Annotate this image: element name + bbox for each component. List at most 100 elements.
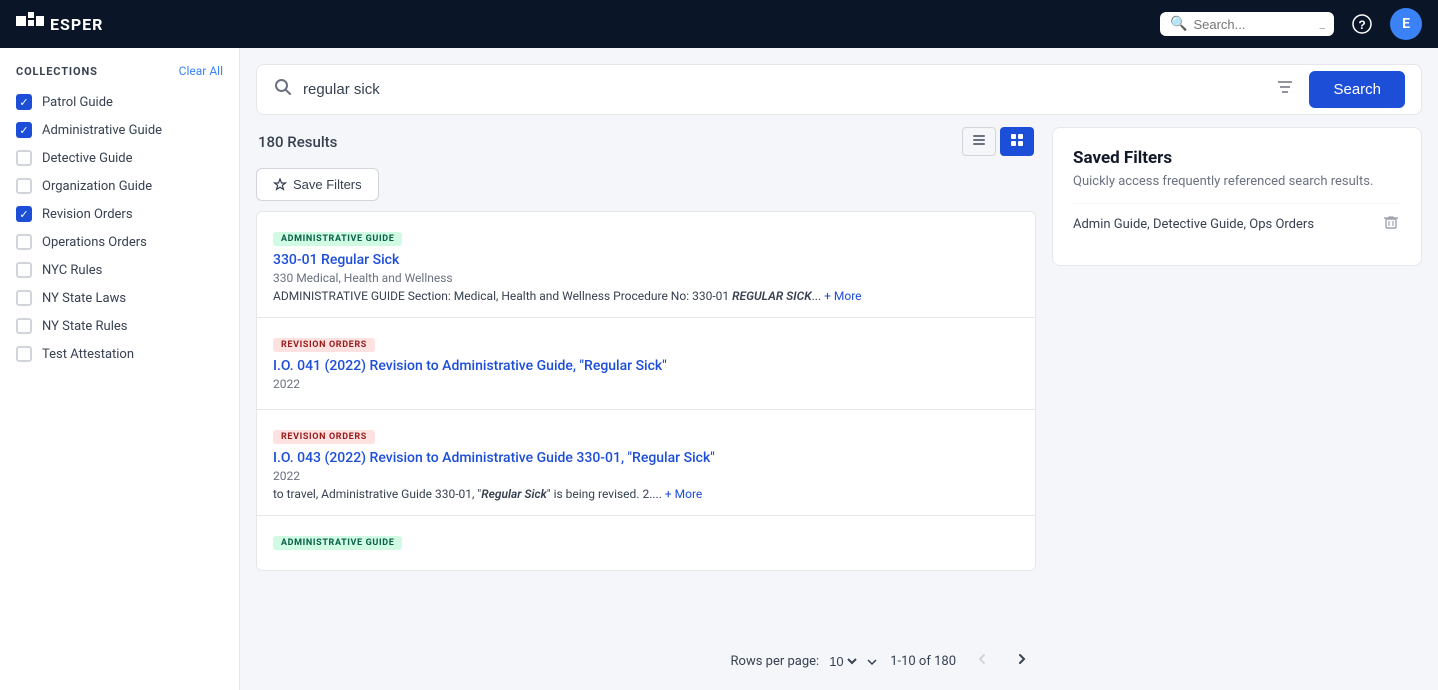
results-main: 180 Results: [256, 127, 1036, 674]
result-title[interactable]: I.O. 043 (2022) Revision to Administrati…: [273, 450, 1019, 466]
pagination-bar: Rows per page: 10 25 50 1-10 of 180: [256, 641, 1036, 674]
dropdown-chevron-icon: [866, 656, 878, 668]
snippet-highlight: Regular Sick: [481, 487, 547, 501]
result-item: ADMINISTRATIVE GUIDE 330-01 Regular Sick…: [256, 211, 1036, 318]
logo-text: ESPER: [50, 15, 103, 34]
sidebar-label-ny-state-laws: NY State Laws: [42, 291, 126, 306]
sidebar-item-test-attestation[interactable]: Test Attestation: [0, 340, 239, 368]
result-tag-admin: ADMINISTRATIVE GUIDE: [273, 232, 402, 246]
sidebar-label-nyc-rules: NYC Rules: [42, 263, 102, 278]
results-list: ADMINISTRATIVE GUIDE 330-01 Regular Sick…: [256, 211, 1036, 641]
search-button[interactable]: Search: [1309, 71, 1405, 108]
result-title[interactable]: I.O. 041 (2022) Revision to Administrati…: [273, 358, 1019, 374]
rows-per-page: Rows per page: 10 25 50: [731, 653, 879, 670]
next-page-icon: [1014, 651, 1030, 667]
sidebar-label-admin-guide: Administrative Guide: [42, 123, 162, 138]
more-link[interactable]: + More: [665, 487, 702, 501]
rows-per-page-label: Rows per page:: [731, 654, 820, 669]
saved-filters-panel: Saved Filters Quickly access frequently …: [1052, 127, 1422, 266]
result-snippet: to travel, Administrative Guide 330-01, …: [273, 487, 1019, 501]
sidebar-item-revision-orders[interactable]: Revision Orders: [0, 200, 239, 228]
result-subtitle: 2022: [273, 469, 1019, 483]
checkbox-detective-guide[interactable]: [16, 150, 32, 166]
main-layout: Collections Clear All Patrol Guide Admin…: [0, 48, 1438, 690]
main-search-input[interactable]: [303, 65, 1261, 114]
sidebar-header: Collections Clear All: [0, 64, 239, 88]
trash-icon: [1383, 214, 1399, 230]
sidebar-label-organization-guide: Organization Guide: [42, 179, 152, 194]
sidebar-item-patrol-guide[interactable]: Patrol Guide: [0, 88, 239, 116]
sidebar-label-patrol-guide: Patrol Guide: [42, 95, 113, 110]
star-icon: [273, 178, 287, 192]
top-search-icon: 🔍: [1170, 16, 1187, 32]
sidebar-item-operations-orders[interactable]: Operations Orders: [0, 228, 239, 256]
page-info: 1-10 of 180: [890, 654, 956, 669]
list-view-icon: [971, 132, 987, 148]
result-item: REVISION ORDERS I.O. 041 (2022) Revision…: [256, 318, 1036, 410]
results-header: 180 Results: [256, 127, 1036, 156]
sidebar-item-ny-state-laws[interactable]: NY State Laws: [0, 284, 239, 312]
checkbox-test-attestation[interactable]: [16, 346, 32, 362]
top-search-bar[interactable]: 🔍 _: [1160, 12, 1334, 36]
filter-icon: [1275, 77, 1295, 97]
search-shortcut: _: [1319, 17, 1324, 31]
main-search-box: Search: [256, 64, 1422, 115]
checkbox-operations-orders[interactable]: [16, 234, 32, 250]
result-item: REVISION ORDERS I.O. 043 (2022) Revision…: [256, 410, 1036, 516]
grid-view-button[interactable]: [1000, 127, 1034, 156]
result-tag-revision: REVISION ORDERS: [273, 338, 375, 352]
checkbox-revision-orders[interactable]: [16, 206, 32, 222]
grid-view-icon: [1009, 132, 1025, 148]
result-tag-revision: REVISION ORDERS: [273, 430, 375, 444]
checkbox-ny-state-laws[interactable]: [16, 290, 32, 306]
top-search-input[interactable]: [1193, 17, 1313, 32]
logo-icon: [16, 12, 44, 36]
sidebar-label-revision-orders: Revision Orders: [42, 207, 133, 222]
checkbox-ny-state-rules[interactable]: [16, 318, 32, 334]
checkbox-admin-guide[interactable]: [16, 122, 32, 138]
result-subtitle: 330 Medical, Health and Wellness: [273, 271, 1019, 285]
sidebar: Collections Clear All Patrol Guide Admin…: [0, 48, 240, 690]
sidebar-label-operations-orders: Operations Orders: [42, 235, 147, 250]
view-toggle: [962, 127, 1034, 156]
sidebar-label-test-attestation: Test Attestation: [42, 347, 134, 362]
sidebar-item-organization-guide[interactable]: Organization Guide: [0, 172, 239, 200]
next-page-button[interactable]: [1008, 649, 1036, 674]
result-title[interactable]: 330-01 Regular Sick: [273, 252, 1019, 268]
result-item: ADMINISTRATIVE GUIDE: [256, 516, 1036, 571]
clear-all-link[interactable]: Clear All: [179, 64, 223, 78]
checkbox-patrol-guide[interactable]: [16, 94, 32, 110]
logo: ESPER: [16, 12, 103, 36]
collections-title: Collections: [16, 65, 98, 78]
result-subtitle: 2022: [273, 377, 1019, 391]
filter-button[interactable]: [1271, 73, 1299, 106]
checkbox-nyc-rules[interactable]: [16, 262, 32, 278]
sidebar-item-detective-guide[interactable]: Detective Guide: [0, 144, 239, 172]
saved-filters-title: Saved Filters: [1073, 148, 1401, 168]
checkbox-organization-guide[interactable]: [16, 178, 32, 194]
save-filters-button[interactable]: Save Filters: [256, 168, 379, 201]
more-link[interactable]: + More: [824, 289, 861, 303]
main-content: Search 180 Results: [240, 48, 1438, 690]
top-nav: ESPER 🔍 _ ? E: [0, 0, 1438, 48]
help-button[interactable]: ?: [1346, 8, 1378, 40]
user-avatar[interactable]: E: [1390, 8, 1422, 40]
delete-saved-filter-button[interactable]: [1381, 212, 1401, 237]
rows-per-page-select[interactable]: 10 25 50: [825, 653, 860, 670]
prev-page-button[interactable]: [968, 649, 996, 674]
saved-filter-name[interactable]: Admin Guide, Detective Guide, Ops Orders: [1073, 217, 1314, 232]
sidebar-label-detective-guide: Detective Guide: [42, 151, 133, 166]
saved-filter-item: Admin Guide, Detective Guide, Ops Orders: [1073, 203, 1401, 245]
list-view-button[interactable]: [962, 127, 996, 156]
result-tag-admin: ADMINISTRATIVE GUIDE: [273, 536, 402, 550]
result-snippet: ADMINISTRATIVE GUIDE Section: Medical, H…: [273, 289, 1019, 303]
sidebar-item-admin-guide[interactable]: Administrative Guide: [0, 116, 239, 144]
svg-text:?: ?: [1358, 18, 1365, 32]
saved-filters-description: Quickly access frequently referenced sea…: [1073, 174, 1401, 189]
help-icon: ?: [1352, 14, 1372, 34]
prev-page-icon: [974, 651, 990, 667]
main-search-icon: [273, 77, 293, 102]
sidebar-item-ny-state-rules[interactable]: NY State Rules: [0, 312, 239, 340]
snippet-highlight: REGULAR SICK: [732, 289, 812, 303]
sidebar-item-nyc-rules[interactable]: NYC Rules: [0, 256, 239, 284]
